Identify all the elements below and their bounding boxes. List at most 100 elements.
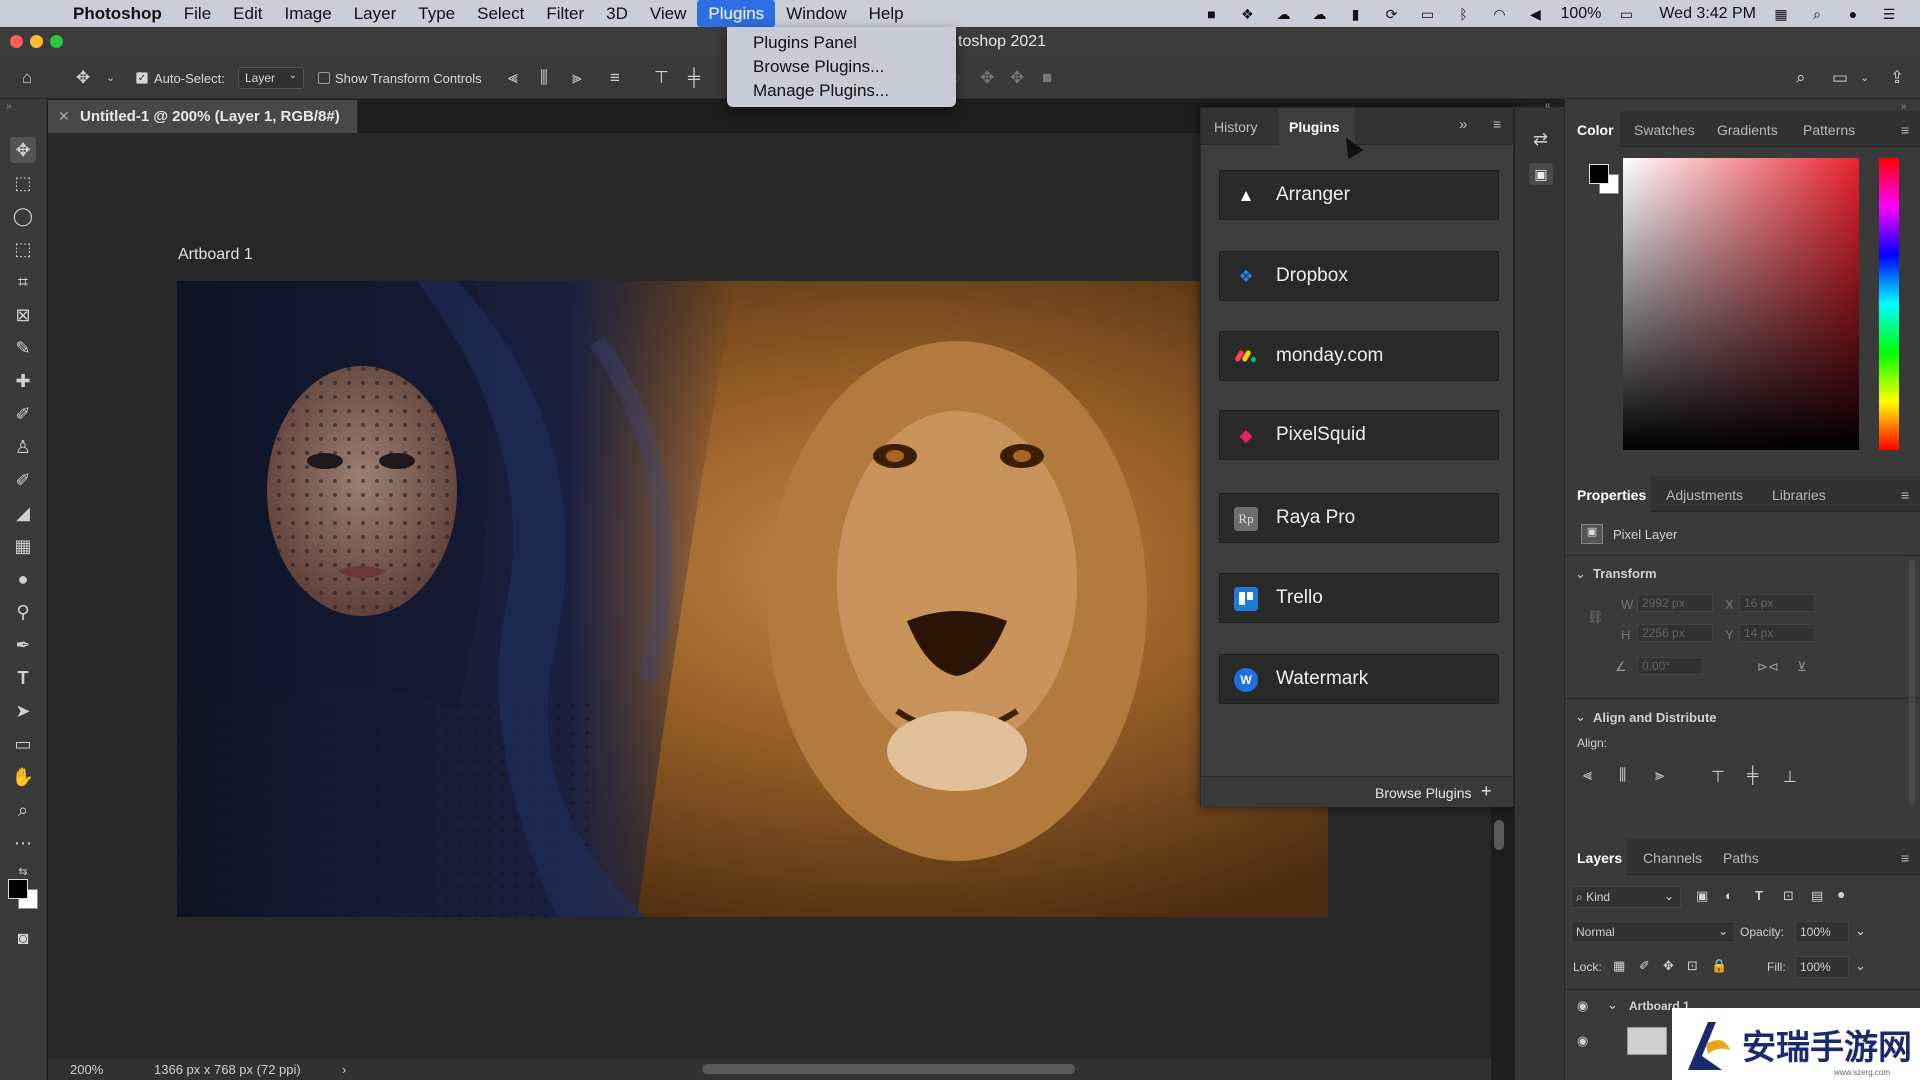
chevron-right-icon[interactable]: › [342,1062,346,1077]
move-tool-icon[interactable]: ✥ [10,137,36,163]
vertical-scrollbar[interactable] [1494,820,1504,850]
eraser-tool-icon[interactable]: ◢ [10,500,36,526]
menu-item-plugins-panel[interactable]: Plugins Panel [727,31,956,55]
siri-icon[interactable]: ● [1842,6,1864,22]
opacity-field[interactable]: 100% [1795,921,1849,943]
artboard-label[interactable]: Artboard 1 [178,246,253,264]
move-tool-preset-icon[interactable]: ✥ [76,68,90,88]
menu-view[interactable]: View [639,0,698,27]
screen-record-icon[interactable]: ■ [1200,6,1222,22]
spotlight-search-icon[interactable]: ⌕ [1806,6,1828,22]
quick-mask-icon[interactable]: ◙ [10,925,36,951]
align-right-edges-icon[interactable]: ⫸ [1655,767,1664,785]
chevron-down-icon[interactable]: ⌄ [1607,997,1618,1013]
height-field[interactable]: 2256 px [1637,624,1713,642]
menu-image[interactable]: Image [273,0,342,27]
zoom-window-button[interactable] [50,35,63,48]
menu-3d[interactable]: 3D [595,0,639,27]
collapse-left-icon[interactable]: « [1545,100,1551,111]
lock-pixels-icon[interactable]: ✐ [1639,958,1650,974]
lock-artboard-icon[interactable]: ⊡ [1687,958,1698,974]
foreground-color-swatch[interactable] [1589,164,1609,184]
history-panel-icon[interactable]: ⇄ [1533,129,1548,150]
wifi-icon[interactable]: ◠ [1488,6,1510,22]
panel-menu-icon[interactable]: ≡ [1901,850,1909,866]
panel-menu-icon[interactable]: ≡ [1901,122,1909,138]
blend-mode-dropdown[interactable]: Normal ⌄ [1571,921,1735,943]
horizontal-scrollbar[interactable] [702,1064,1075,1074]
x-field[interactable]: 16 px [1739,594,1815,612]
eye-visibility-icon[interactable]: ◉ [1577,998,1588,1014]
auto-select-dropdown[interactable]: Layer ⌄ [238,67,304,89]
3d-pan-icon[interactable]: ✥ [980,68,994,88]
plugin-button-watermark[interactable]: W Watermark [1219,654,1499,704]
gradient-tool-icon[interactable]: ▦ [10,533,36,559]
close-document-icon[interactable]: ✕ [58,108,70,125]
plugin-button-raya-pro[interactable]: Rp Raya Pro [1219,493,1499,543]
blur-tool-icon[interactable]: ● [10,566,36,592]
tab-color[interactable]: Color [1577,122,1614,138]
tab-adjustments[interactable]: Adjustments [1666,487,1743,503]
distribute-icon[interactable]: ≡ [610,68,620,88]
color-picker-field[interactable] [1623,158,1859,450]
hue-slider[interactable] [1879,158,1899,450]
align-section-title[interactable]: Align and Distribute [1593,710,1717,725]
plugin-button-arranger[interactable]: ▲ Arranger [1219,170,1499,220]
close-window-button[interactable] [10,35,23,48]
menu-plugins[interactable]: Plugins [697,0,776,27]
eyedropper-tool-icon[interactable]: ✎ [10,335,36,361]
add-plugin-icon[interactable]: + [1481,781,1492,802]
align-center-icon[interactable]: ⫼ [540,68,548,88]
expand-panel-icon[interactable]: » [1459,116,1467,133]
dropbox-status-icon[interactable]: ❖ [1236,6,1258,22]
layer-filter-dropdown[interactable]: ⌕ Kind ⌄ [1571,886,1681,908]
tab-paths[interactable]: Paths [1723,850,1759,866]
menu-item-manage-plugins[interactable]: Manage Plugins... [727,79,956,103]
menu-edit[interactable]: Edit [222,0,273,27]
zoom-tool-icon[interactable]: ⌕ [10,797,36,823]
auto-select-checkbox[interactable]: ✓ [136,72,148,84]
frame-tool-icon[interactable]: ⊠ [10,302,36,328]
zoom-level[interactable]: 200% [70,1062,103,1077]
filter-pixel-icon[interactable]: ▣ [1696,888,1708,904]
panel-menu-icon[interactable]: ≡ [1493,116,1501,132]
tab-swatches[interactable]: Swatches [1634,122,1695,138]
align-left-icon[interactable]: ⫷ [508,68,518,88]
properties-scrollbar[interactable] [1909,559,1915,804]
align-middle-icon[interactable]: ╪ [688,68,700,88]
foreground-color-swatch[interactable] [8,879,28,899]
rectangle-tool-icon[interactable]: ▭ [10,731,36,757]
airplay-icon[interactable]: ▭ [1416,6,1438,22]
lock-position-icon[interactable]: ✥ [1663,958,1674,974]
align-top-edges-icon[interactable]: ⊤ [1711,767,1725,787]
flip-horizontal-icon[interactable]: ⊳⊲ [1757,659,1779,675]
more-tools-icon[interactable]: ⋯ [10,830,36,856]
chevron-down-icon[interactable]: ⌄ [1860,71,1869,84]
3d-slide-icon[interactable]: ✥ [1010,68,1024,88]
menu-file[interactable]: File [173,0,222,27]
history-brush-tool-icon[interactable]: ✐ [10,467,36,493]
y-field[interactable]: 14 px [1739,624,1815,642]
filter-shape-icon[interactable]: ⊡ [1783,888,1794,904]
flag-icon[interactable]: ▦ [1770,6,1792,22]
type-tool-icon[interactable]: T [10,665,36,691]
object-select-tool-icon[interactable]: ⬚ [10,236,36,262]
flip-vertical-icon[interactable]: ⊻ [1797,659,1807,675]
filter-toggle-icon[interactable]: ● [1837,886,1845,902]
creative-cloud-icon[interactable]: ☁ [1272,6,1294,22]
browse-plugins-link[interactable]: Browse Plugins [1375,785,1472,801]
battery-icon[interactable]: ▭ [1615,6,1637,22]
menu-select[interactable]: Select [466,0,535,27]
lock-all-icon[interactable]: 🔒 [1711,958,1727,974]
align-bottom-edges-icon[interactable]: ⊥ [1783,767,1797,787]
plugins-panel-icon[interactable]: ▣ [1529,163,1553,185]
chevron-down-icon[interactable]: ⌄ [1855,923,1866,939]
link-icon[interactable]: ⛓ [1587,609,1604,625]
share-icon[interactable]: ⇪ [1890,68,1904,88]
tab-plugins[interactable]: Plugins [1289,119,1340,135]
pen-tool-icon[interactable]: ✒ [10,632,36,658]
filter-smart-object-icon[interactable]: ▤ [1811,888,1823,904]
menu-item-browse-plugins[interactable]: Browse Plugins... [727,55,956,79]
crop-tool-icon[interactable]: ⌗ [10,269,36,295]
chevron-down-icon[interactable]: ⌄ [1855,958,1866,974]
